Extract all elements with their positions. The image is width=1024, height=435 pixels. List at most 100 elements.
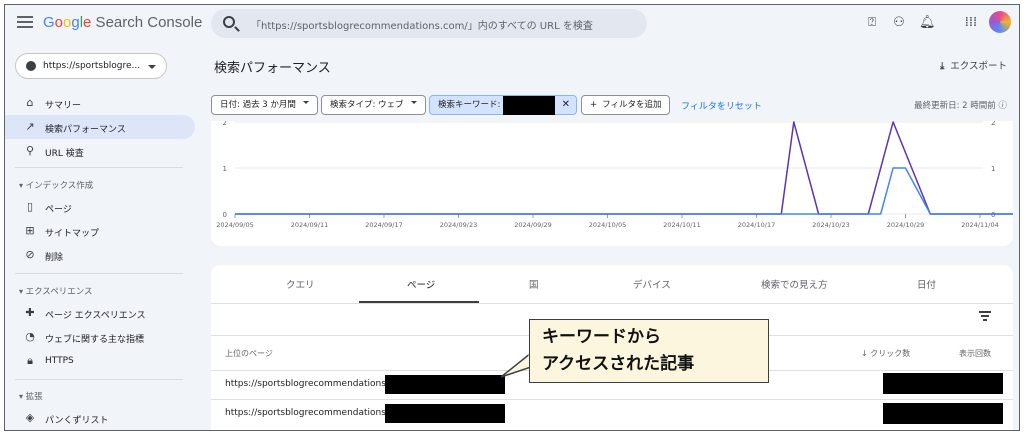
divider bbox=[15, 273, 183, 274]
performance-chart[interactable]: 2 2 1 1 0 0 2024/09/05 2024/09/11 2024/09/17 2024… bbox=[211, 119, 1019, 246]
x-tick-label: 2024/10/05 bbox=[589, 221, 626, 229]
sidebar-item-sitemaps[interactable]: ⊞ サイトマップ bbox=[5, 219, 195, 243]
sidebar-item-summary[interactable]: ⌂ サマリー bbox=[5, 91, 195, 115]
export-button[interactable]: ⤓ エクスポート bbox=[940, 58, 1007, 72]
x-tick-label: 2024/09/05 bbox=[216, 221, 253, 229]
download-icon: ⤓ bbox=[940, 61, 945, 72]
tab-dates[interactable]: 日付 bbox=[917, 277, 936, 291]
sidebar-item-performance[interactable]: ↗ 検索パフォーマンス bbox=[5, 115, 195, 139]
keyword-filter-label: 検索キーワード: bbox=[438, 100, 501, 110]
app-window: Google Search Console 「https://sportsblo… bbox=[4, 4, 1020, 431]
chevron-down-icon bbox=[302, 101, 309, 107]
section-indexing[interactable]: インデックス作成 bbox=[19, 179, 94, 191]
search-placeholder: 「https://sportsblogrecommendations.com/」… bbox=[251, 21, 593, 32]
add-filter-button[interactable]: + フィルタを追加 bbox=[581, 95, 671, 115]
search-input[interactable]: 「https://sportsblogrecommendations.com/」… bbox=[211, 9, 647, 38]
tab-pages[interactable]: ページ bbox=[407, 277, 435, 291]
page-url[interactable]: https://sportsblogrecommendations.com bbox=[225, 379, 408, 389]
chevron-down-icon bbox=[410, 101, 417, 107]
column-header-page[interactable]: 上位のページ bbox=[225, 348, 273, 359]
table-row[interactable]: https://sportsblogrecommendations.com bbox=[225, 408, 408, 418]
close-icon[interactable]: ✕ bbox=[562, 96, 570, 114]
column-header-clicks-label: クリック数 bbox=[870, 349, 911, 358]
tab-countries[interactable]: 国 bbox=[529, 277, 539, 291]
search-type-filter-label: 検索タイプ: ウェブ bbox=[330, 100, 404, 110]
redacted-keyword bbox=[503, 96, 555, 115]
section-experience[interactable]: エクスペリエンス bbox=[19, 285, 93, 297]
arrow-down-icon: ↓ bbox=[861, 349, 871, 358]
y-tick-label-right: 1 bbox=[991, 165, 995, 173]
redacted-url bbox=[385, 375, 505, 394]
app-title: Search Console bbox=[91, 14, 203, 31]
y-tick-label-right: 0 bbox=[991, 211, 995, 219]
reset-filters-link[interactable]: フィルタをリセット bbox=[681, 99, 762, 112]
y-tick-label-right: 2 bbox=[991, 121, 995, 127]
sidebar-item-url-inspection[interactable]: ⚲ URL 検査 bbox=[5, 139, 195, 163]
add-filter-label: フィルタを追加 bbox=[602, 100, 662, 110]
search-type-filter-chip[interactable]: 検索タイプ: ウェブ bbox=[321, 95, 426, 115]
sidebar-item-page-experience[interactable]: ✚ ページ エクスペリエンス bbox=[5, 301, 195, 325]
tab-queries[interactable]: クエリ bbox=[286, 277, 315, 291]
lock-icon: 🔒︎ bbox=[27, 354, 33, 367]
app-logo[interactable]: Google Search Console bbox=[43, 14, 202, 31]
sidebar-item-label: サイトマップ bbox=[45, 229, 100, 239]
breadcrumb-icon: ◈ bbox=[25, 411, 35, 424]
tab-devices[interactable]: デバイス bbox=[633, 277, 671, 291]
column-header-clicks[interactable]: ↓ クリック数 bbox=[861, 348, 910, 359]
sidebar-item-label: パンくずリスト bbox=[45, 416, 109, 426]
date-filter-chip[interactable]: 日付: 過去 3 か月間 bbox=[211, 95, 318, 115]
x-tick-label: 2024/10/11 bbox=[663, 221, 700, 229]
apps-icon[interactable]: ⁞⁞⁞ bbox=[963, 15, 979, 31]
section-enhancements[interactable]: 拡張 bbox=[19, 390, 43, 402]
callout-line-2: アクセスされた記事 bbox=[542, 354, 695, 374]
sidebar-item-core-web-vitals[interactable]: ◔ ウェブに関する主な指標 bbox=[5, 325, 195, 349]
x-tick-label: 2024/10/23 bbox=[812, 221, 849, 229]
callout-line-1: キーワードから bbox=[542, 327, 661, 347]
property-selector[interactable]: https://sportsblogre... bbox=[15, 53, 167, 79]
y-tick-label-left: 1 bbox=[223, 165, 227, 173]
performance-chart-card: 2 2 1 1 0 0 2024/09/05 2024/09/11 2024/09/17 2024… bbox=[211, 119, 1019, 246]
sidebar: https://sportsblogre... ⌂ サマリー ↗ 検索パフォーマンス… bbox=[5, 43, 201, 430]
speed-icon: ◔ bbox=[25, 330, 35, 343]
x-tick-label: 2024/10/17 bbox=[738, 221, 775, 229]
divider bbox=[211, 399, 1013, 400]
globe-icon bbox=[26, 61, 36, 71]
x-tick-label: 2024/09/23 bbox=[440, 221, 477, 229]
last-updated-label: 最終更新日: 2 時間前 bbox=[914, 101, 996, 111]
sidebar-item-label: サマリー bbox=[45, 101, 82, 111]
avatar[interactable] bbox=[989, 11, 1011, 33]
divider bbox=[15, 167, 183, 168]
tab-search-appearance[interactable]: 検索での見え方 bbox=[761, 277, 828, 291]
page-url[interactable]: https://sportsblogrecommendations.com bbox=[225, 408, 408, 418]
experience-icon: ✚ bbox=[25, 306, 35, 319]
last-updated: 最終更新日: 2 時間前 ⓘ bbox=[914, 99, 1007, 111]
sidebar-item-breadcrumbs[interactable]: ◈ パンくずリスト bbox=[5, 406, 195, 430]
bell-icon[interactable]: 🔔︎ bbox=[919, 15, 936, 31]
users-icon[interactable]: ⚇ bbox=[891, 15, 907, 31]
sidebar-item-removals[interactable]: ⊘ 削除 bbox=[5, 243, 195, 267]
filter-icon[interactable] bbox=[979, 311, 991, 321]
page-icon: ▯ bbox=[26, 200, 34, 213]
sidebar-item-label: ウェブに関する主な指標 bbox=[45, 335, 145, 345]
table-row[interactable]: https://sportsblogrecommendations.com bbox=[225, 379, 408, 389]
divider bbox=[211, 303, 1013, 304]
menu-icon[interactable] bbox=[15, 13, 35, 33]
date-filter-label: 日付: 過去 3 か月間 bbox=[220, 100, 296, 110]
sidebar-item-label: 削除 bbox=[45, 253, 64, 263]
x-tick-label: 2024/09/17 bbox=[365, 221, 402, 229]
sidebar-item-https[interactable]: 🔒︎ HTTPS bbox=[5, 349, 195, 373]
sidebar-item-label: ページ bbox=[45, 205, 72, 215]
help-icon[interactable]: ⓘ bbox=[998, 101, 1007, 111]
home-icon: ⌂ bbox=[26, 96, 34, 109]
x-tick-label: 2024/09/29 bbox=[514, 221, 551, 229]
redacted-metrics bbox=[883, 373, 1003, 394]
remove-icon: ⊘ bbox=[25, 248, 35, 261]
redacted-metrics bbox=[883, 403, 1003, 424]
column-header-impressions[interactable]: 表示回数 bbox=[959, 348, 991, 359]
sidebar-item-label: 検索パフォーマンス bbox=[45, 125, 126, 135]
help-icon[interactable]: ⍰ bbox=[864, 15, 880, 31]
property-label: https://sportsblogre... bbox=[43, 61, 141, 71]
x-tick-label: 2024/09/11 bbox=[291, 221, 328, 229]
sidebar-item-pages[interactable]: ▯ ページ bbox=[5, 195, 195, 219]
chevron-down-icon bbox=[148, 65, 156, 73]
